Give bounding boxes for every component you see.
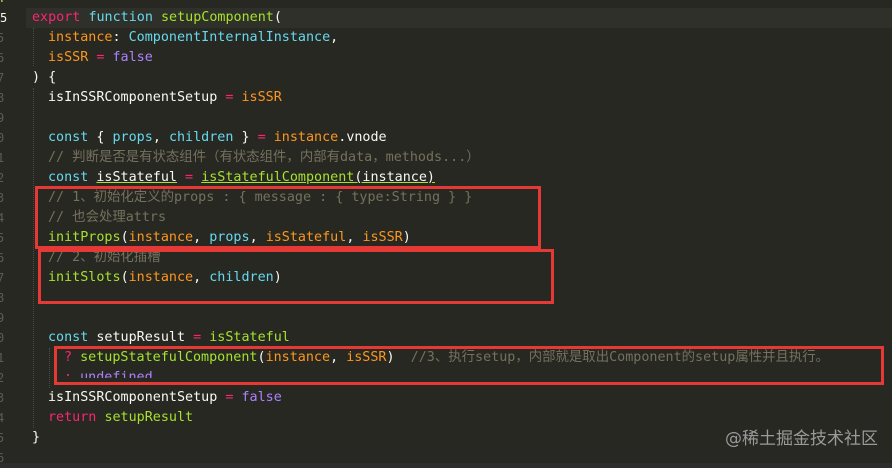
code-editor[interactable]: 4 5 5 6 7 8 9 0 1 2 3 4 5 6 7 8 9 0 1 2 … [0,0,892,465]
line-number-active: 5 [0,11,8,25]
line-number: 4 [0,411,5,425]
line-number: 2 [0,371,5,385]
constant: false [112,50,153,65]
highlight-box-slots [38,249,554,304]
code-line: const setupResult = isStateful [48,328,290,348]
line-number: 9 [0,311,5,325]
line-number: 1 [0,151,5,165]
line-number: 8 [0,91,5,105]
comment: // 判断是否是有状态组件（有状态组件，内部有data，methods...） [48,150,480,165]
identifier: setupResult [104,410,194,425]
line-number: 5 [0,231,5,245]
parameter: isSSR [48,50,89,65]
line-number: 2 [0,171,5,185]
line-number: 0 [0,331,5,345]
punctuation: } [32,430,41,445]
line-number: 7 [0,71,5,85]
line-number: 7 [0,271,5,285]
punctuation: } [233,130,258,145]
keyword: return [48,410,97,425]
punctuation: , [152,130,169,145]
punctuation: ) { [32,70,57,85]
keyword: export [32,10,81,25]
punctuation: ( [273,10,282,25]
operator: = [88,50,113,65]
line-number: 1 [0,351,5,365]
identifier: isStateful [96,170,177,185]
function-name: setupComponent [161,10,274,25]
code-line: ) { [32,68,56,88]
code-line: isInSSRComponentSetup = isSSR [48,88,282,108]
identifier: isStateful [209,330,290,345]
line-number: 0 [0,131,5,145]
line-number: 6 [0,251,5,265]
keyword: const [48,130,89,145]
line-number: 6 [0,51,5,65]
line-number: 6 [0,451,5,465]
operator: = [217,90,242,105]
code-line: isSSR = false [48,48,153,68]
punctuation: , [330,30,339,45]
operator: = [177,170,202,185]
code-line: return setupResult [48,408,193,428]
line-number: 3 [0,191,5,205]
code-line: } [32,428,40,448]
identifier: isInSSRComponentSetup [48,390,218,405]
punctuation: { [88,130,113,145]
code-line: instance: ComponentInternalInstance, [48,28,338,48]
watermark: @稀土掘金技术社区 [725,429,878,449]
arguments: (instance) [354,170,435,185]
indent-guide [33,88,34,428]
identifier: children [168,130,234,145]
line-number: 4 [0,0,26,8]
indent-guide [33,28,34,66]
punctuation: : [112,30,129,45]
function-call: isStatefulComponent [201,170,355,185]
operator: = [185,330,210,345]
type-name: ComponentInternalInstance [128,30,331,45]
property: vnode [346,130,387,145]
code-line: const { props, children } = instance.vno… [48,128,387,148]
keyword: const [48,170,89,185]
identifier: props [112,130,153,145]
identifier: setupResult [96,330,186,345]
line-number: 4 [0,211,5,225]
keyword: function [88,10,153,25]
line-number: 5 [0,31,5,45]
identifier: instance [273,130,339,145]
constant: false [241,390,282,405]
indent-guide [49,348,50,388]
operator: = [257,130,274,145]
highlight-box-props [35,186,541,249]
highlight-box-setup [54,346,884,385]
line-number-gutter: 4 5 5 6 7 8 9 0 1 2 3 4 5 6 7 8 9 0 1 2 … [0,0,26,465]
identifier: isSSR [241,90,282,105]
line-number: 9 [0,111,5,125]
code-line: isInSSRComponentSetup = false [48,388,282,408]
code-line: export function setupComponent( [32,8,282,28]
line-number: 8 [0,291,5,305]
line-number: 5 [0,431,5,445]
code-line: // 判断是否是有状态组件（有状态组件，内部有data，methods...） [48,148,480,168]
keyword: const [48,330,89,345]
parameter: instance [48,30,113,45]
code-line: const isStateful = isStatefulComponent(i… [48,168,435,188]
identifier: isInSSRComponentSetup [48,90,218,105]
line-number: 3 [0,391,5,405]
operator: = [217,390,242,405]
